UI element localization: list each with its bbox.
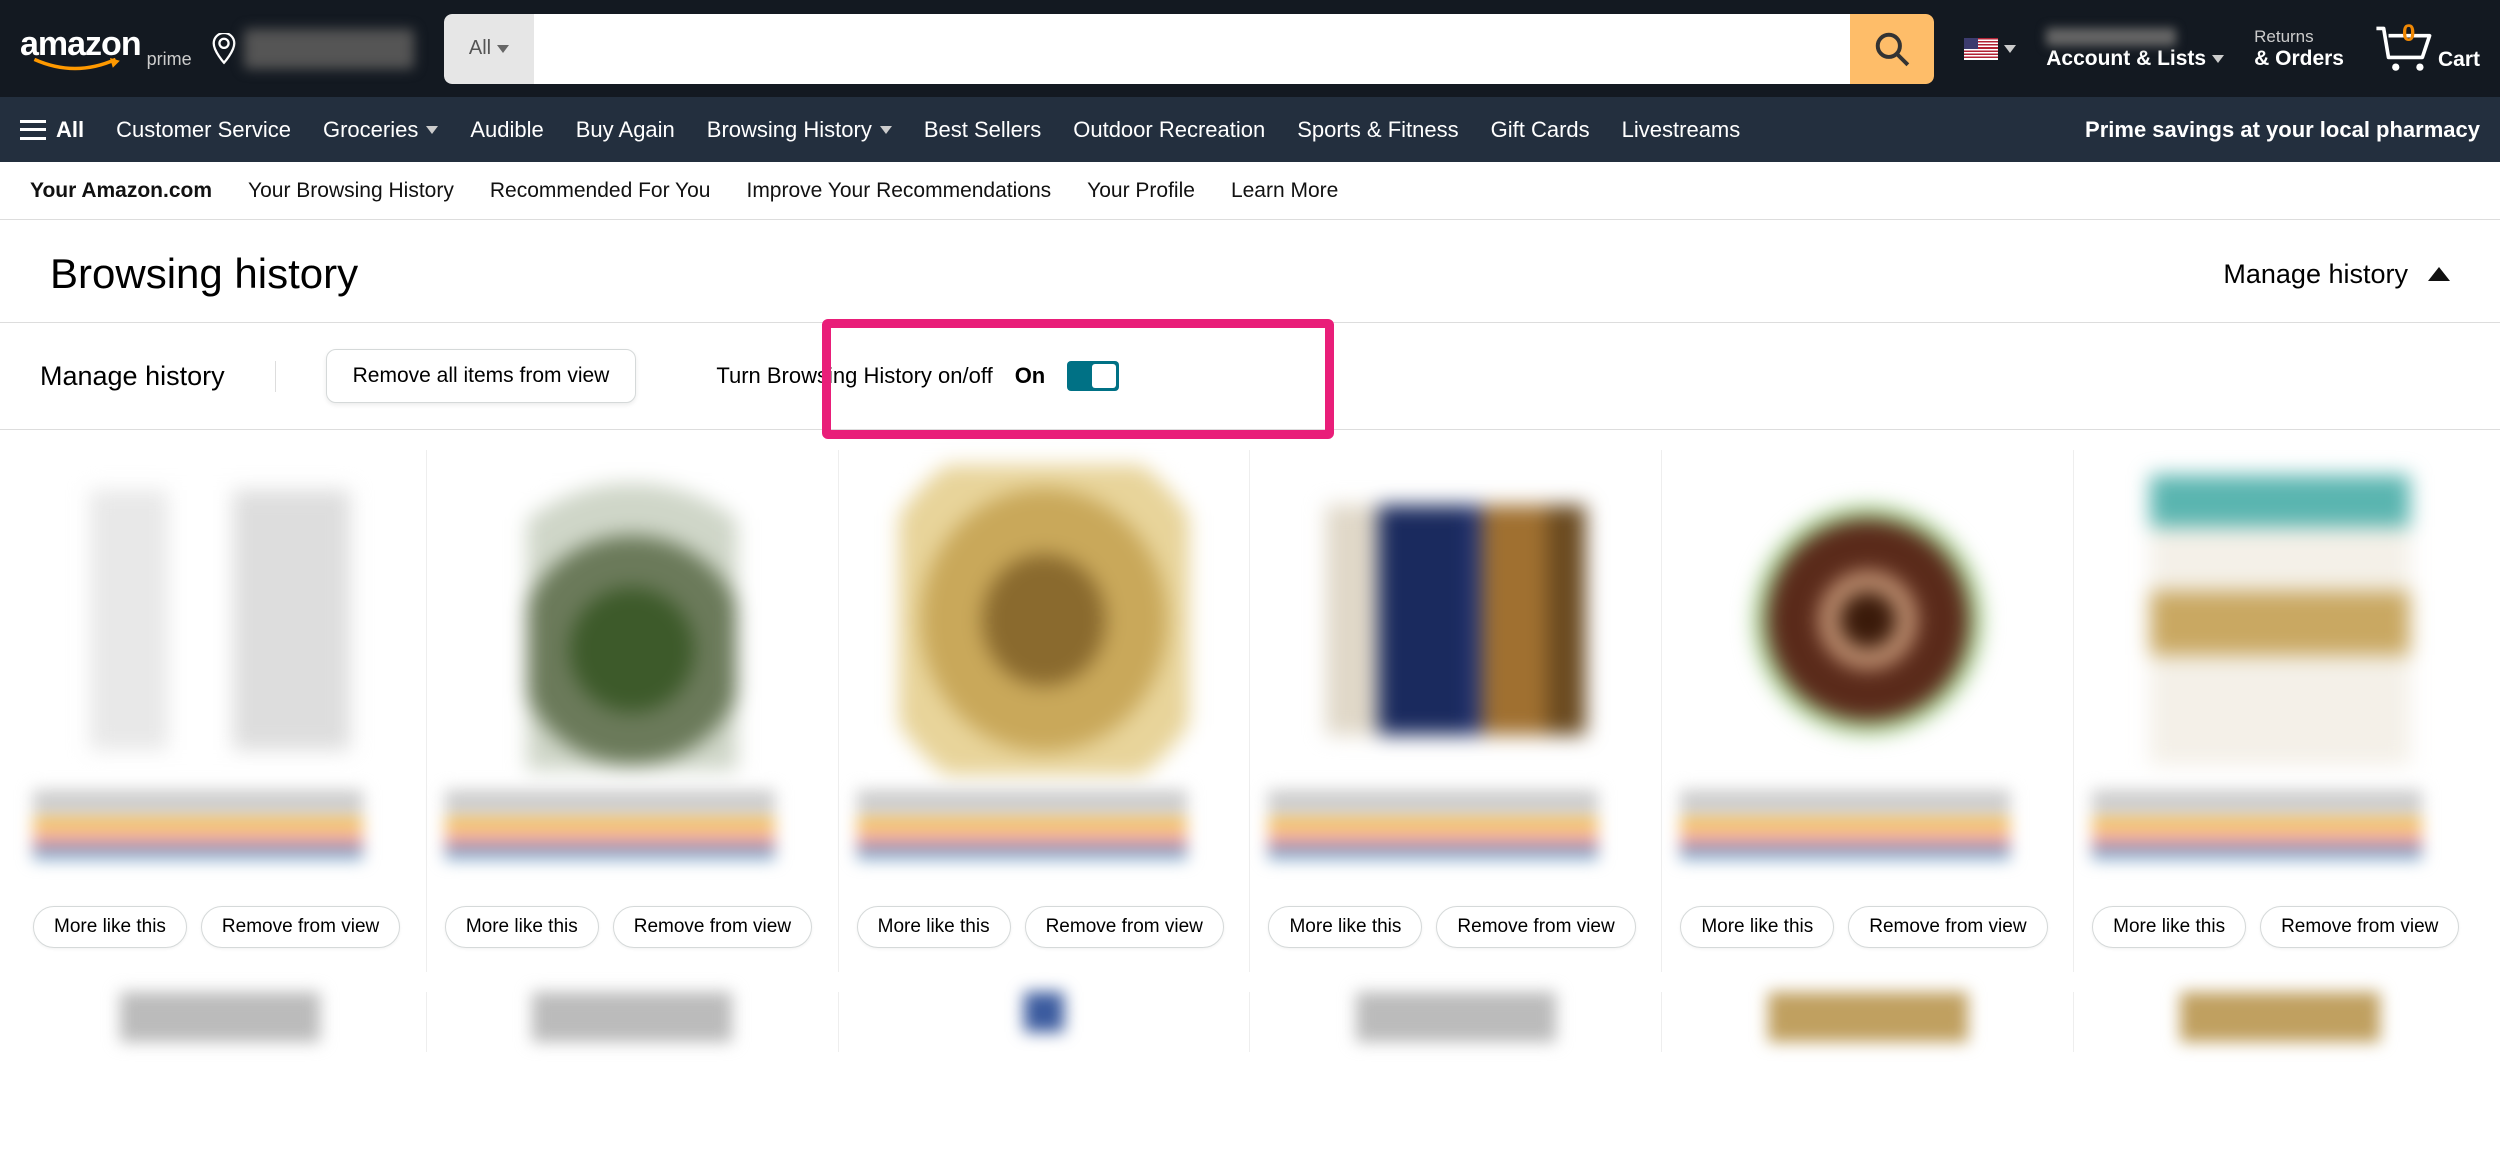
remove-from-view-button[interactable]: Remove from view: [613, 906, 812, 948]
returns-top: Returns: [2254, 27, 2344, 47]
remove-from-view-button[interactable]: Remove from view: [1436, 906, 1635, 948]
nav-promo-link[interactable]: Prime savings at your local pharmacy: [2085, 117, 2480, 143]
more-like-this-button[interactable]: More like this: [1268, 906, 1422, 948]
location-icon: [210, 33, 238, 65]
search-department-dropdown[interactable]: All: [444, 14, 534, 84]
chevron-down-icon: [880, 126, 892, 134]
nav-all-label: All: [56, 117, 84, 143]
cart-count: 0: [2402, 20, 2415, 48]
more-like-this-button[interactable]: More like this: [857, 906, 1011, 948]
chevron-down-icon: [2004, 45, 2016, 53]
nav-right: Account & Lists Returns & Orders 0 Cart: [1964, 26, 2480, 72]
product-meta-blurred: [857, 790, 1232, 890]
nav-best-sellers[interactable]: Best Sellers: [924, 117, 1041, 143]
logo-text: amazon: [20, 25, 141, 63]
returns-orders[interactable]: Returns & Orders: [2254, 27, 2344, 71]
returns-main: & Orders: [2254, 47, 2344, 71]
search-input[interactable]: [534, 14, 1850, 84]
nav-all-menu[interactable]: All: [20, 117, 84, 143]
search-button[interactable]: [1850, 14, 1934, 84]
nav-sub: All Customer Service Groceries Audible B…: [0, 97, 2500, 162]
product-meta-blurred: [445, 790, 820, 890]
tab-learn-more[interactable]: Learn More: [1231, 179, 1338, 203]
chevron-down-icon: [2212, 55, 2224, 63]
remove-from-view-button[interactable]: Remove from view: [1848, 906, 2047, 948]
amazon-logo[interactable]: amazon prime: [20, 25, 200, 72]
nav-livestreams[interactable]: Livestreams: [1622, 117, 1741, 143]
hello-line: [2046, 27, 2224, 47]
page-title: Browsing history: [50, 250, 358, 298]
hamburger-icon: [20, 120, 46, 140]
product-thumbnail[interactable]: [2092, 460, 2467, 780]
chevron-down-icon: [426, 126, 438, 134]
chevron-up-icon: [2428, 267, 2450, 281]
search-icon: [1873, 30, 1911, 68]
remove-from-view-button[interactable]: Remove from view: [2260, 906, 2459, 948]
remove-from-view-button[interactable]: Remove from view: [1025, 906, 1224, 948]
tab-your-profile[interactable]: Your Profile: [1087, 179, 1195, 203]
toggle-label: Turn Browsing History on/off: [716, 363, 992, 389]
nav-outdoor-recreation[interactable]: Outdoor Recreation: [1073, 117, 1265, 143]
remove-from-view-button[interactable]: Remove from view: [201, 906, 400, 948]
deliver-to[interactable]: [210, 29, 414, 69]
page-header: Browsing history Manage history: [0, 220, 2500, 323]
nav-buy-again[interactable]: Buy Again: [576, 117, 675, 143]
nav-browsing-history[interactable]: Browsing History: [707, 117, 892, 143]
product-thumbnail[interactable]: [445, 460, 820, 780]
history-card: More like this Remove from view: [427, 450, 839, 972]
product-thumbnail[interactable]: [857, 460, 1232, 780]
product-meta-blurred: [33, 790, 408, 890]
more-like-this-button[interactable]: More like this: [1680, 906, 1834, 948]
product-thumbnail[interactable]: [1268, 460, 1643, 780]
nav-groceries[interactable]: Groceries: [323, 117, 438, 143]
remove-all-button[interactable]: Remove all items from view: [326, 349, 637, 403]
history-card: More like this Remove from view: [15, 450, 427, 972]
account-lists-label: Account & Lists: [2046, 47, 2206, 71]
flag-us-icon: [1964, 38, 1998, 60]
history-grid-row2: [0, 992, 2500, 1052]
search-dept-label: All: [469, 37, 491, 60]
language-selector[interactable]: [1964, 38, 2016, 60]
product-thumbnail[interactable]: [1680, 460, 2055, 780]
toggle-state-text: On: [1015, 363, 1046, 389]
cart-link[interactable]: 0 Cart: [2374, 26, 2480, 72]
product-meta-blurred: [2092, 790, 2467, 890]
history-card: More like this Remove from view: [2074, 450, 2485, 972]
logo-prime-text: prime: [147, 49, 192, 70]
nav-audible[interactable]: Audible: [470, 117, 543, 143]
tab-browsing-history[interactable]: Your Browsing History: [248, 179, 454, 203]
nav-sports-fitness[interactable]: Sports & Fitness: [1297, 117, 1458, 143]
history-grid: More like this Remove from view More lik…: [0, 430, 2500, 992]
history-card: More like this Remove from view: [839, 450, 1251, 972]
manage-panel-heading: Manage history: [40, 361, 276, 392]
history-card: More like this Remove from view: [1662, 450, 2074, 972]
history-tabs: Your Amazon.com Your Browsing History Re…: [0, 162, 2500, 220]
product-meta-blurred: [1268, 790, 1643, 890]
product-thumbnail[interactable]: [33, 460, 408, 780]
history-toggle-switch[interactable]: [1067, 361, 1119, 391]
manage-panel: Manage history Remove all items from vie…: [0, 323, 2500, 430]
chevron-down-icon: [497, 45, 509, 53]
history-toggle-group: Turn Browsing History on/off On: [686, 345, 1149, 407]
tab-your-amazon[interactable]: Your Amazon.com: [30, 179, 212, 203]
history-card: More like this Remove from view: [1250, 450, 1662, 972]
tab-improve-recs[interactable]: Improve Your Recommendations: [746, 179, 1051, 203]
deliver-address-blurred: [244, 29, 414, 69]
nav-top: amazon prime All Account & Lists Returns: [0, 0, 2500, 97]
more-like-this-button[interactable]: More like this: [33, 906, 187, 948]
nav-customer-service[interactable]: Customer Service: [116, 117, 291, 143]
tab-recommended[interactable]: Recommended For You: [490, 179, 711, 203]
nav-gift-cards[interactable]: Gift Cards: [1491, 117, 1590, 143]
search-bar: All: [444, 14, 1934, 84]
manage-history-label: Manage history: [2223, 259, 2408, 290]
account-menu[interactable]: Account & Lists: [2046, 27, 2224, 71]
product-meta-blurred: [1680, 790, 2055, 890]
more-like-this-button[interactable]: More like this: [445, 906, 599, 948]
more-like-this-button[interactable]: More like this: [2092, 906, 2246, 948]
cart-label: Cart: [2438, 48, 2480, 72]
manage-history-toggle[interactable]: Manage history: [2223, 259, 2450, 290]
